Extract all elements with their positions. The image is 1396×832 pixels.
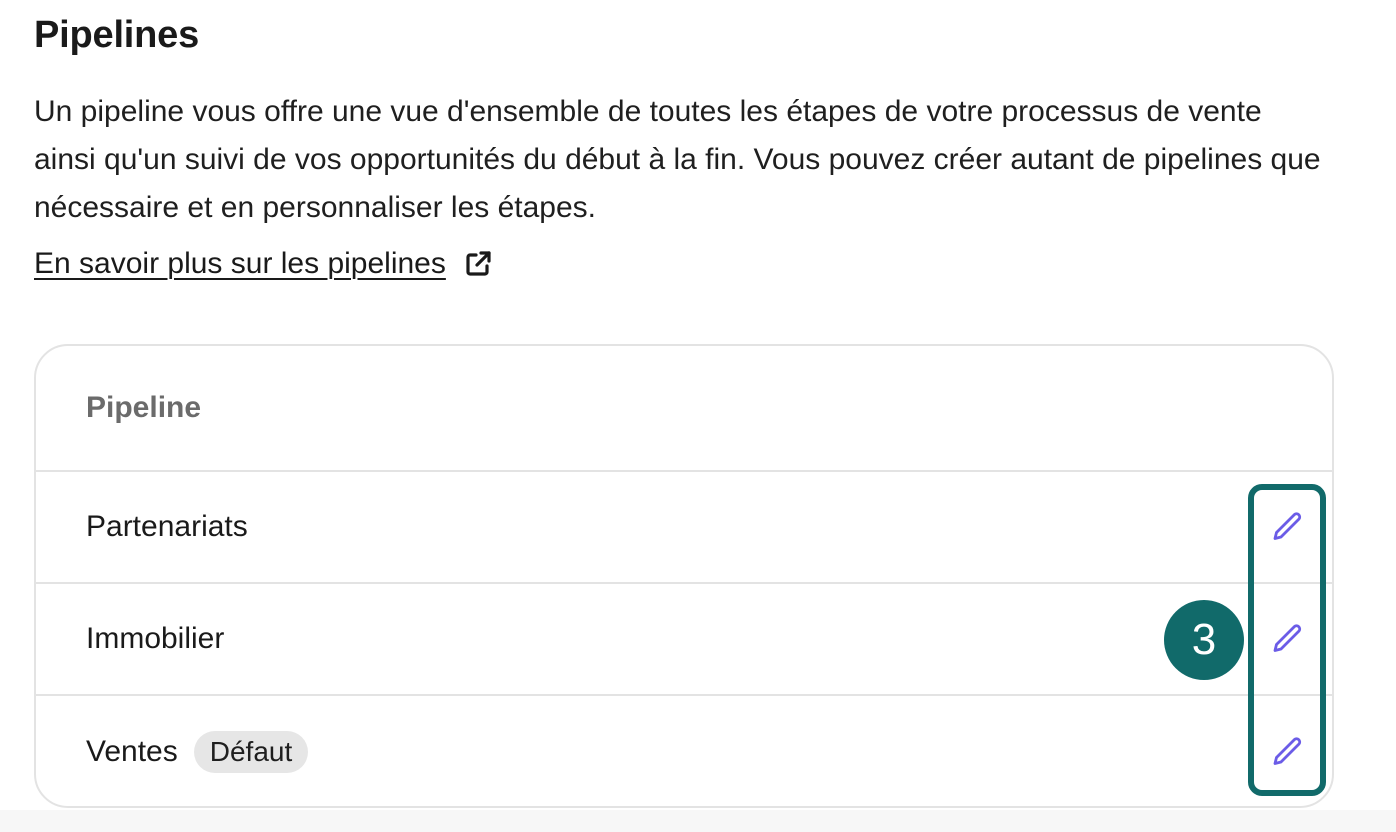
default-badge: Défaut	[193, 731, 309, 773]
table-row[interactable]: Ventes Défaut	[36, 696, 1332, 806]
edit-button[interactable]	[1268, 619, 1308, 659]
edit-button[interactable]	[1268, 732, 1308, 772]
page-description: Un pipeline vous offre une vue d'ensembl…	[34, 95, 1321, 224]
pencil-icon	[1273, 624, 1302, 652]
pipeline-name: Immobilier	[86, 622, 225, 655]
step-marker: 3	[1164, 600, 1244, 680]
learn-more-link[interactable]: En savoir plus sur les pipelines	[34, 240, 494, 288]
table-row[interactable]: Partenariats	[36, 472, 1332, 584]
table-row[interactable]: Immobilier	[36, 584, 1332, 696]
learn-more-label: En savoir plus sur les pipelines	[34, 247, 446, 280]
pipeline-name: Partenariats	[86, 510, 248, 543]
page-title: Pipelines	[34, 14, 200, 56]
pencil-icon	[1273, 737, 1302, 765]
pipelines-table: Pipeline Partenariats Immobilier Ventes …	[34, 344, 1334, 808]
bottom-edge	[0, 810, 1396, 832]
edit-button[interactable]	[1268, 507, 1308, 547]
pipeline-name: Ventes	[86, 735, 178, 768]
pencil-icon	[1273, 512, 1302, 540]
external-link-icon	[462, 248, 494, 280]
table-header: Pipeline	[36, 346, 1332, 472]
column-header-pipeline: Pipeline	[86, 391, 202, 424]
